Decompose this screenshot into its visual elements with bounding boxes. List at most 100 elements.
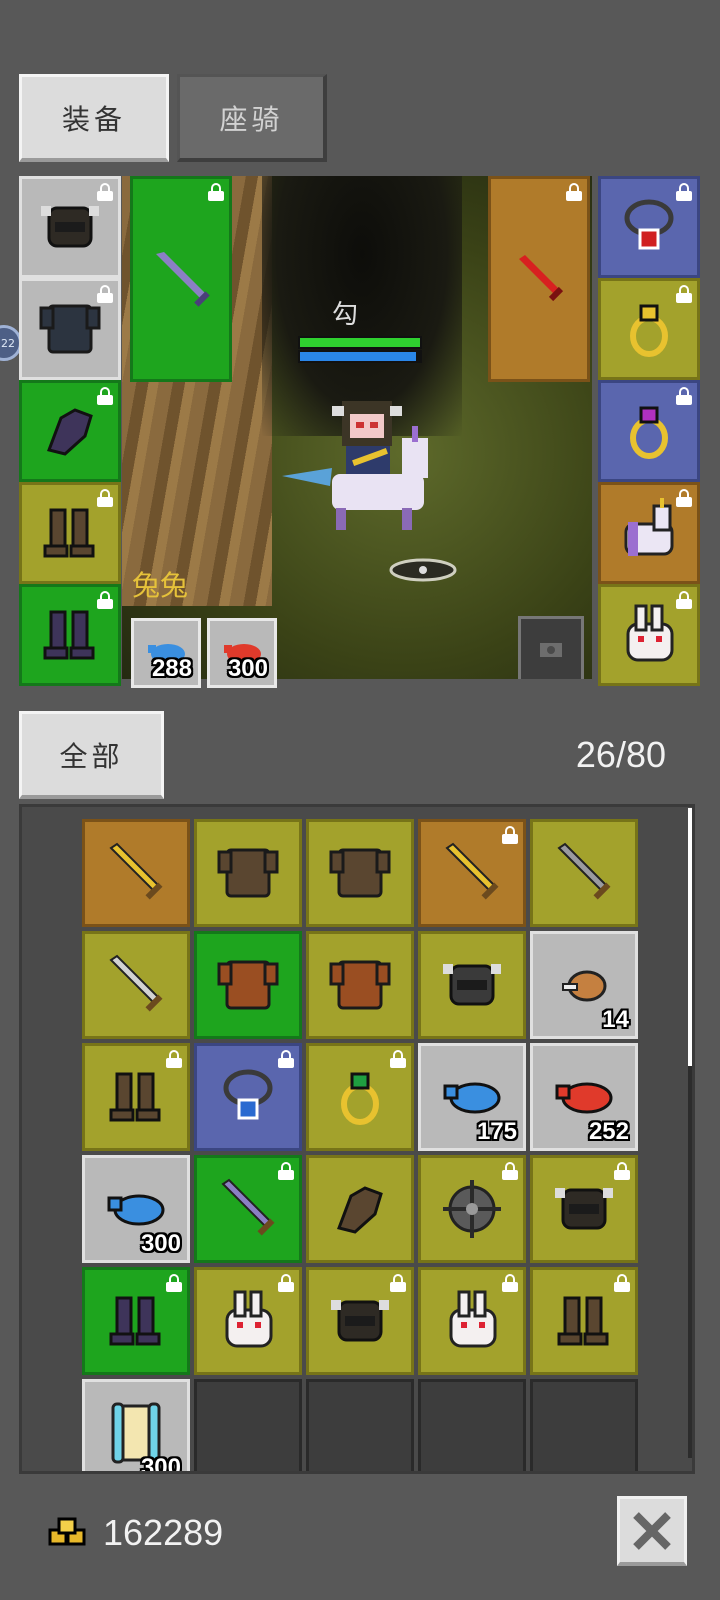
inventory-slot[interactable] xyxy=(82,1043,190,1151)
copper-armor-icon xyxy=(217,960,279,1010)
lock-icon xyxy=(208,183,224,201)
brown-armor-icon xyxy=(329,848,391,898)
inventory-slot[interactable]: 252 xyxy=(530,1043,638,1151)
item-quantity: 300 xyxy=(140,1454,181,1474)
equip-slot-right-3[interactable] xyxy=(598,380,700,482)
lock-icon xyxy=(566,183,582,201)
equip-slot-right-2[interactable] xyxy=(598,278,700,380)
lock-icon xyxy=(97,183,113,201)
brown-armor-icon xyxy=(217,848,279,898)
lock-icon xyxy=(676,387,692,405)
camera-icon xyxy=(540,643,562,657)
purple-gem-ring-icon xyxy=(630,406,668,459)
leather-boots-icon xyxy=(43,508,95,558)
scrollbar-thumb[interactable] xyxy=(688,808,692,1066)
leather-boots-icon xyxy=(557,1296,609,1346)
dark-armor-icon xyxy=(39,304,101,354)
steel-sword-icon xyxy=(109,954,163,1012)
close-button[interactable] xyxy=(617,1496,687,1566)
lock-icon xyxy=(278,1162,294,1180)
close-icon xyxy=(633,1511,671,1550)
quick-slot-red-potion[interactable]: 300 xyxy=(207,618,277,688)
gold-amount: 162289 xyxy=(103,1512,224,1553)
tab-mount[interactable]: 座骑 xyxy=(177,74,327,162)
inventory-slot[interactable] xyxy=(530,819,638,927)
equip-slot-right-1[interactable] xyxy=(598,176,700,278)
lock-icon xyxy=(676,489,692,507)
inventory-slot[interactable] xyxy=(418,931,526,1039)
white-rabbit-male-icon xyxy=(225,1290,273,1348)
inventory-slot[interactable] xyxy=(194,931,302,1039)
inventory-slot[interactable] xyxy=(306,1043,414,1151)
inventory-slot[interactable]: 14 xyxy=(530,931,638,1039)
inventory-slot[interactable] xyxy=(306,819,414,927)
lock-icon xyxy=(97,591,113,609)
inventory-slot[interactable]: 300 xyxy=(82,1155,190,1263)
equip-slot-left-5[interactable] xyxy=(19,584,121,686)
inventory-slot-empty[interactable] xyxy=(194,1379,302,1471)
red-gem-necklace-icon xyxy=(624,199,674,250)
item-quantity: 300 xyxy=(140,1230,181,1257)
inventory-slot-empty[interactable] xyxy=(306,1379,414,1471)
inventory-slot-empty[interactable] xyxy=(418,1379,526,1471)
purple-sword-icon xyxy=(156,252,210,307)
inventory-slot[interactable] xyxy=(418,1155,526,1263)
equip-slot-right-4[interactable] xyxy=(598,482,700,584)
horned-helmet-icon xyxy=(41,206,99,248)
inventory-slot[interactable] xyxy=(306,931,414,1039)
inventory-slot[interactable] xyxy=(418,1267,526,1375)
hp-bar xyxy=(298,336,422,349)
screenshot-toggle-button[interactable] xyxy=(518,616,584,679)
lock-icon xyxy=(166,1050,182,1068)
tab-equipment[interactable]: 装备 xyxy=(19,74,169,162)
lock-icon xyxy=(502,826,518,844)
player-status-bars xyxy=(298,336,422,364)
blue-gem-necklace-icon xyxy=(223,1069,273,1120)
lock-icon xyxy=(390,1050,406,1068)
inventory-slot[interactable] xyxy=(194,1043,302,1151)
horned-hood-icon xyxy=(555,1188,613,1230)
quick-slot-blue-potion[interactable]: 288 xyxy=(131,618,201,688)
player-on-unicorn-sprite xyxy=(282,401,428,530)
red-sword-icon xyxy=(519,255,564,302)
inventory-slot[interactable] xyxy=(306,1155,414,1263)
lock-icon xyxy=(502,1162,518,1180)
inventory-slot[interactable] xyxy=(194,1155,302,1263)
green-gem-ring-icon xyxy=(341,1072,379,1125)
lock-icon xyxy=(97,285,113,303)
inventory-slot[interactable] xyxy=(194,819,302,927)
equip-slot-left-2[interactable] xyxy=(19,278,121,380)
purple-boots-icon xyxy=(109,1296,161,1346)
filter-tab-all[interactable]: 全部 xyxy=(19,711,164,799)
inventory-slot[interactable]: 300 xyxy=(82,1379,190,1474)
inventory-slot[interactable]: 175 xyxy=(418,1043,526,1151)
equip-slot-left-4[interactable] xyxy=(19,482,121,584)
inventory-slot[interactable] xyxy=(306,1267,414,1375)
inventory-slot[interactable] xyxy=(530,1155,638,1263)
lock-icon xyxy=(676,183,692,201)
inventory-slot[interactable] xyxy=(418,819,526,927)
equip-slot-left-1[interactable] xyxy=(19,176,121,278)
inventory-slot[interactable] xyxy=(530,1267,638,1375)
ground-item-sprite xyxy=(389,558,457,582)
equip-slot-left-3[interactable] xyxy=(19,380,121,482)
offhand-slot[interactable] xyxy=(488,176,590,382)
lock-icon xyxy=(278,1274,294,1292)
lock-icon xyxy=(676,285,692,303)
white-rabbit-mount-icon xyxy=(626,604,674,662)
gold-sword-icon xyxy=(109,842,163,900)
inventory-slot-empty[interactable] xyxy=(530,1379,638,1471)
inventory-slot[interactable] xyxy=(82,819,190,927)
inventory-panel: 14 175 252 300 300 xyxy=(19,804,695,1474)
potion-count: 288 xyxy=(151,655,192,682)
copper-armor-icon xyxy=(329,960,391,1010)
spiked-shield-icon xyxy=(443,1180,501,1238)
inventory-slot[interactable] xyxy=(82,931,190,1039)
equip-slot-right-5[interactable] xyxy=(598,584,700,686)
dagger-icon xyxy=(557,842,611,900)
lock-icon xyxy=(97,489,113,507)
weapon-slot[interactable] xyxy=(130,176,232,382)
lock-icon xyxy=(278,1050,294,1068)
inventory-slot[interactable] xyxy=(194,1267,302,1375)
inventory-slot[interactable] xyxy=(82,1267,190,1375)
